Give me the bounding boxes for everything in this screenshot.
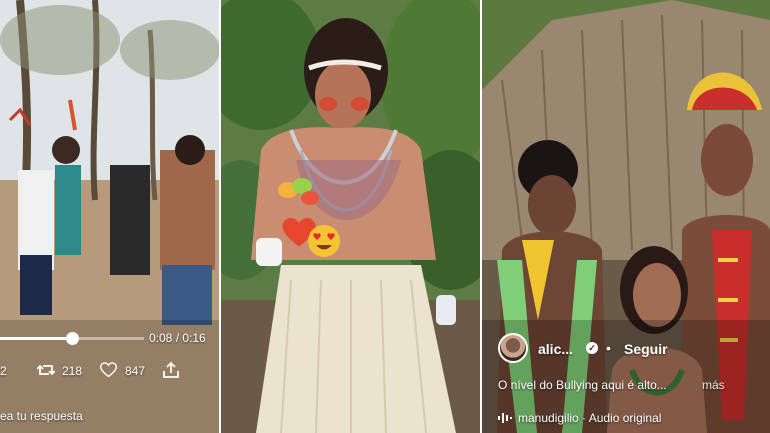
video-frame-group-smiling xyxy=(482,0,770,433)
heart-icon[interactable] xyxy=(100,362,117,378)
dot-separator: • xyxy=(606,340,611,356)
retweets-count: 218 xyxy=(62,364,83,378)
audio-wave-icon xyxy=(498,413,512,423)
comments-count[interactable]: 2 xyxy=(0,364,7,378)
video-frame-woman-dancing xyxy=(221,0,480,433)
video-progress-fill xyxy=(0,337,72,340)
reply-input-placeholder[interactable]: ea tu respuesta xyxy=(0,409,83,423)
feather-sticker xyxy=(276,176,320,212)
video-panel-middle[interactable] xyxy=(221,0,480,433)
heart-eyes-emoji-sticker xyxy=(308,225,340,257)
caption-text: O nível do Bullying aqui é alto... xyxy=(498,378,667,392)
verified-badge-icon: ✓ xyxy=(586,342,598,354)
retweet-icon[interactable] xyxy=(37,362,55,378)
audio-label[interactable]: manudigilio · Audio original xyxy=(518,411,661,425)
video-progress-bar[interactable] xyxy=(0,332,144,345)
video-time-label: 0:08 / 0:16 xyxy=(149,331,206,345)
username[interactable]: alic... xyxy=(538,341,573,357)
share-icon[interactable] xyxy=(163,361,179,378)
avatar[interactable] xyxy=(498,333,528,363)
video-panel-left[interactable]: 0:08 / 0:16 2 218 847 ea tu respuesta xyxy=(0,0,219,433)
likes-count: 847 xyxy=(125,364,146,378)
follow-button[interactable]: Seguir xyxy=(624,341,668,357)
video-progress-handle[interactable] xyxy=(66,332,79,345)
caption-more-link[interactable]: más xyxy=(702,378,725,392)
video-panel-right[interactable]: alic... ✓ • Seguir O nível do Bullying a… xyxy=(482,0,770,433)
